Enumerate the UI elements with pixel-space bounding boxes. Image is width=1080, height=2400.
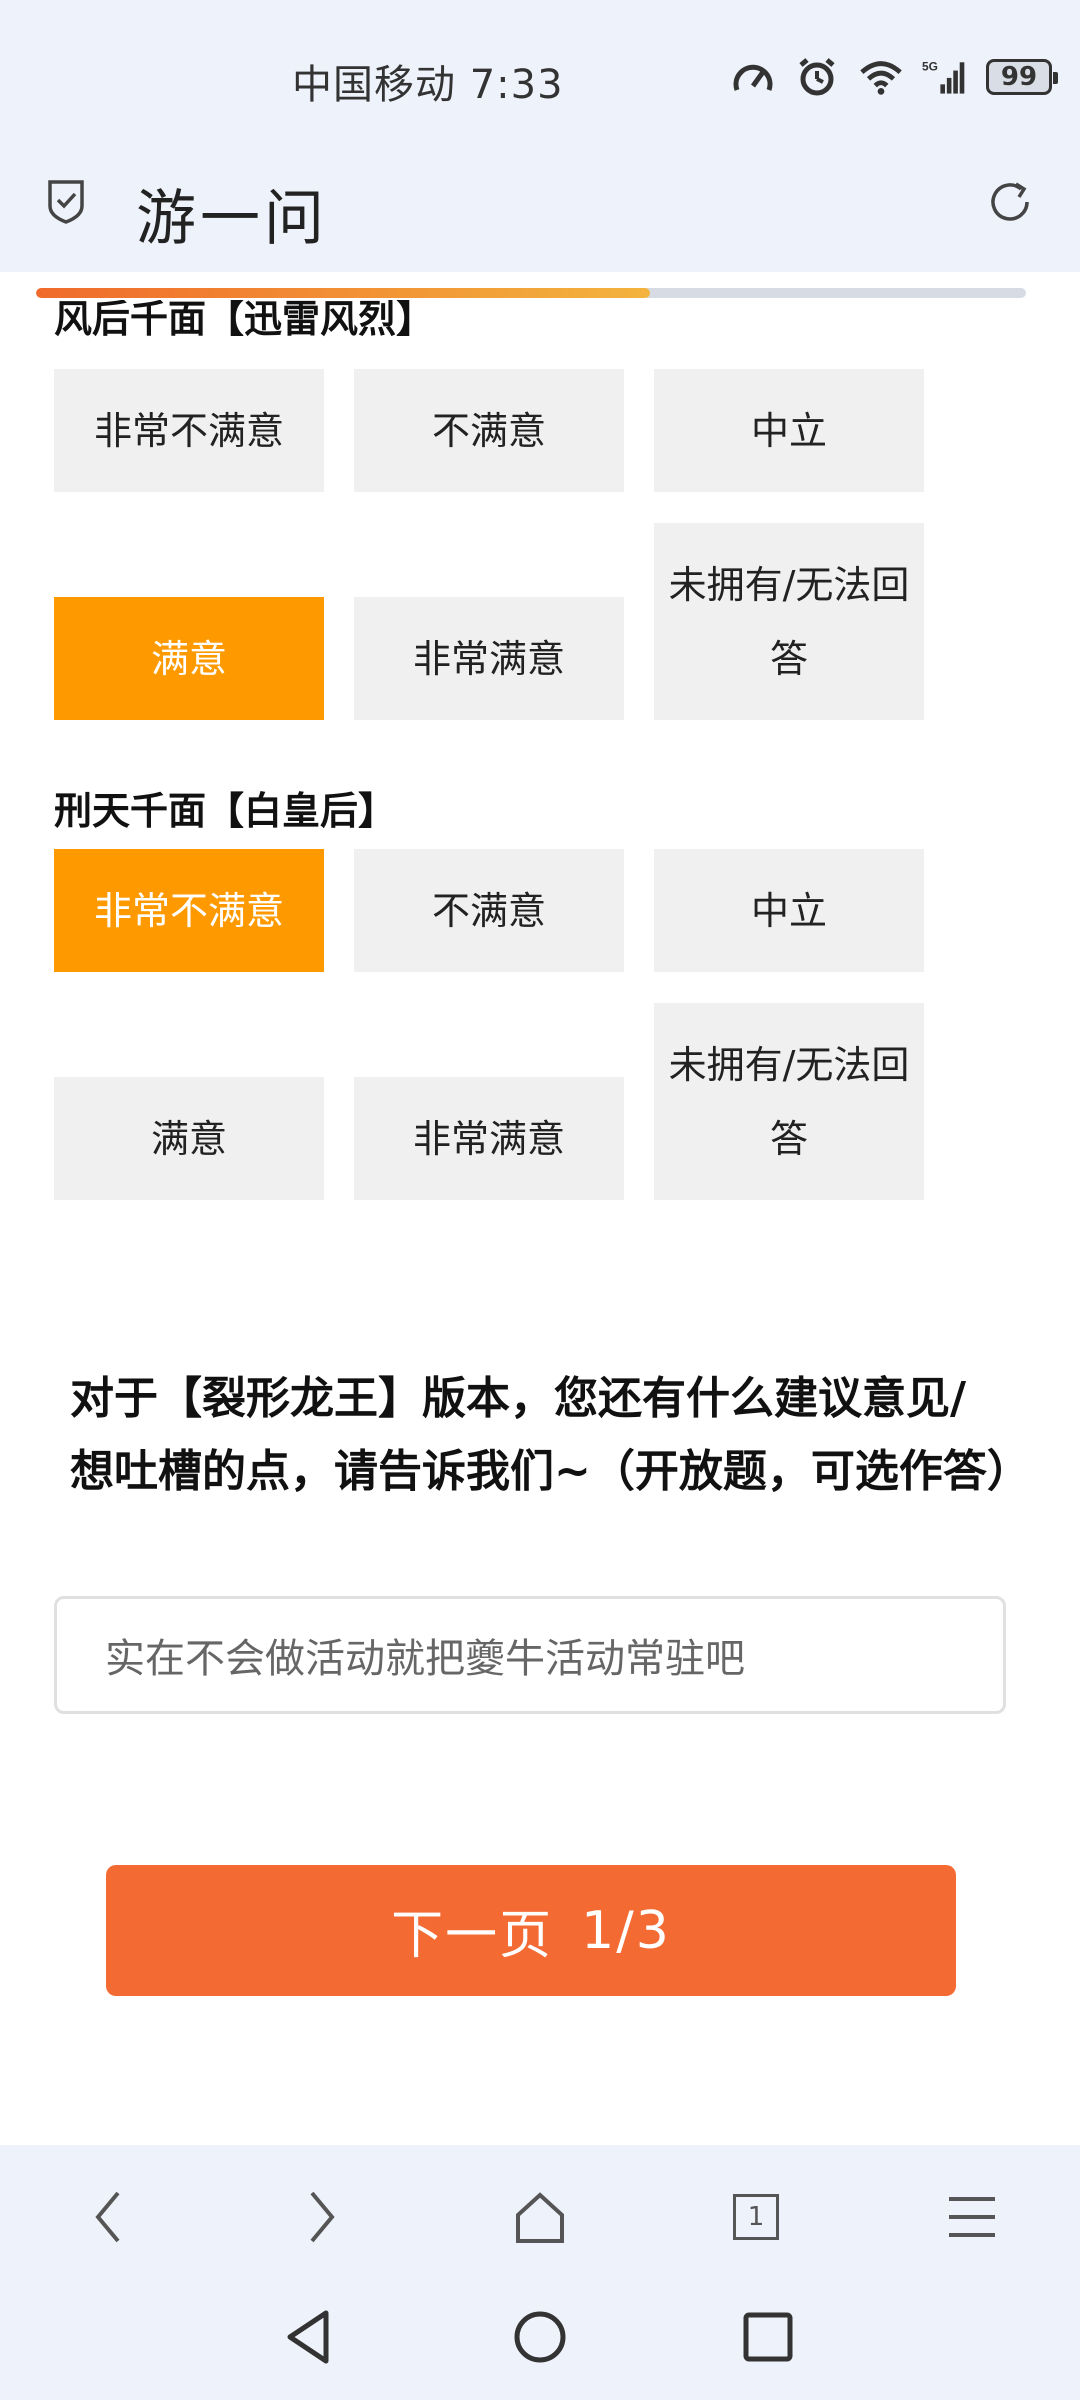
q2-option-very-dissatisfied[interactable]: 非常不满意	[54, 849, 324, 972]
tabs-icon[interactable]: 1	[724, 2185, 788, 2249]
alarm-icon	[794, 56, 840, 98]
shield-icon[interactable]	[46, 178, 86, 226]
page-indicator: 1/3	[581, 1900, 671, 1961]
network-label: 5G	[922, 60, 938, 74]
q1-option-neutral[interactable]: 中立	[654, 369, 924, 492]
open-answer-field[interactable]: 实在不会做活动就把夔牛活动常驻吧	[54, 1596, 1006, 1714]
battery-level: 99	[1000, 62, 1038, 92]
open-question-title: 对于【裂形龙王】版本，您还有什么建议意见/想吐槽的点，请告诉我们~（开放题，可选…	[70, 1373, 1031, 1497]
survey-content: 风后千面【迅雷风烈】 非常不满意 不满意 中立 满意 非常满意 未拥有/无法回答…	[0, 300, 1080, 2145]
app-bar: 游一问	[0, 160, 1080, 272]
question-title: 风后千面【迅雷风烈】	[54, 300, 435, 341]
system-nav-bar	[0, 2285, 1080, 2400]
next-button-label: 下一页	[391, 1906, 554, 1966]
menu-icon[interactable]	[940, 2185, 1004, 2249]
q1-option-not-applicable[interactable]: 未拥有/无法回答	[654, 523, 924, 720]
page-title: 游一问	[136, 184, 328, 254]
speedometer-icon	[730, 56, 776, 98]
status-icons: 5G 99	[730, 56, 1058, 98]
q2-option-satisfied[interactable]: 满意	[54, 1077, 324, 1200]
system-home-icon[interactable]	[510, 2307, 574, 2371]
signal-5g-icon: 5G	[922, 56, 968, 98]
q2-option-not-applicable[interactable]: 未拥有/无法回答	[654, 1003, 924, 1200]
q2-option-dissatisfied[interactable]: 不满意	[354, 849, 624, 972]
back-icon[interactable]	[76, 2185, 140, 2249]
q1-option-very-dissatisfied[interactable]: 非常不满意	[54, 369, 324, 492]
survey-progress-bar	[36, 288, 1026, 298]
q1-option-very-satisfied[interactable]: 非常满意	[354, 597, 624, 720]
question-title: 刑天千面【白皇后】	[54, 789, 397, 833]
carrier-time: 中国移动 7:33	[292, 62, 564, 108]
q1-option-dissatisfied[interactable]: 不满意	[354, 369, 624, 492]
battery-icon: 99	[986, 59, 1058, 95]
system-back-icon[interactable]	[280, 2307, 344, 2371]
tab-count: 1	[733, 2194, 779, 2240]
refresh-icon[interactable]	[986, 178, 1036, 228]
q2-option-neutral[interactable]: 中立	[654, 849, 924, 972]
next-page-button[interactable]: 下一页 1/3	[106, 1865, 956, 1996]
system-recents-icon[interactable]	[738, 2307, 802, 2371]
home-icon[interactable]	[508, 2185, 572, 2249]
progress-fill	[36, 288, 650, 298]
wifi-icon	[858, 56, 904, 98]
browser-nav-bar: 1	[0, 2145, 1080, 2285]
q2-option-very-satisfied[interactable]: 非常满意	[354, 1077, 624, 1200]
forward-icon[interactable]	[290, 2185, 354, 2249]
status-bar: 中国移动 7:33 5G 99	[0, 0, 1080, 160]
q1-option-satisfied[interactable]: 满意	[54, 597, 324, 720]
